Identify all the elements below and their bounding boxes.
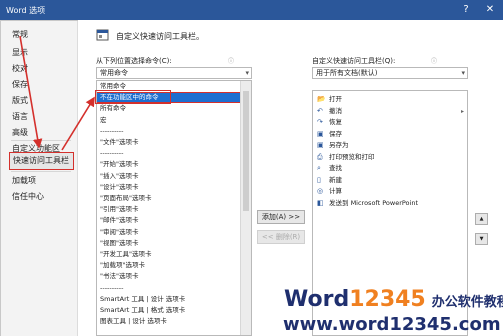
annotation-arrows [19, 35, 95, 151]
watermark-tagline: 办公软件教程 [431, 295, 503, 310]
watermark-word: Word [284, 287, 350, 312]
watermark-logo: Word12345 办公软件教程 [284, 287, 503, 312]
watermark-number: 12345 [349, 287, 426, 312]
watermark-url: www.word12345.com [283, 314, 501, 335]
